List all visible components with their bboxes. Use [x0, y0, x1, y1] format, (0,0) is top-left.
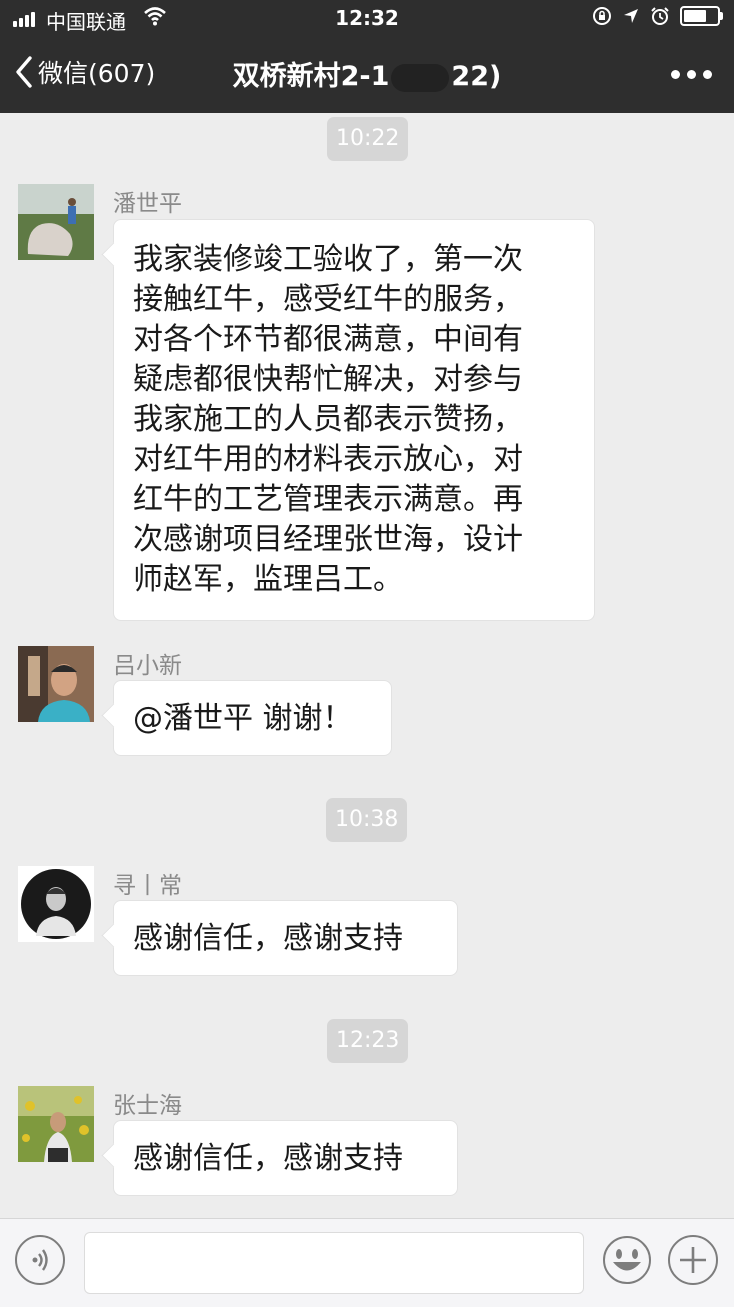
avatar-photo-field-icon[interactable] — [18, 1086, 94, 1162]
plus-icon — [680, 1247, 706, 1273]
dot-icon — [687, 70, 696, 79]
message-line: 我家施工的人员都表示赞扬， — [133, 402, 523, 437]
top-bar: 中国联通 12:32 微信(607) 双桥新村2-1 22) — [0, 0, 734, 113]
chat-title-end: 22) — [451, 61, 502, 92]
message-bubble[interactable]: 我家装修竣工验收了，第一次 接触红牛，感受红牛的服务， 对各个环节都很满意，中间… — [113, 219, 595, 621]
message-bubble[interactable]: @潘世平 谢谢！ — [113, 680, 392, 756]
message-bubble[interactable]: 感谢信任，感谢支持 — [113, 900, 458, 976]
status-right — [592, 6, 723, 26]
timestamp-label: 10:22 — [327, 117, 409, 161]
redaction-mask — [391, 63, 450, 92]
dot-icon — [703, 70, 712, 79]
nav-bar: 微信(607) 双桥新村2-1 22) — [0, 38, 734, 113]
sender-name: 寻丨常 — [113, 873, 182, 899]
more-options-button[interactable] — [671, 70, 712, 79]
status-bar: 中国联通 12:32 — [0, 0, 734, 38]
avatar-photo-man-icon[interactable] — [18, 646, 94, 722]
sender-name: 吕小新 — [113, 653, 182, 679]
battery-icon — [680, 6, 723, 26]
message-line: 红牛的工艺管理表示满意。再 — [133, 482, 523, 517]
timestamp-label: 10:38 — [326, 798, 408, 842]
message-line: 师赵军，监理吕工。 — [133, 562, 403, 597]
emoji-icon — [603, 1236, 651, 1284]
message-input[interactable] — [84, 1232, 584, 1294]
message-line: 次感谢项目经理张世海，设计 — [133, 522, 523, 557]
dot-icon — [671, 70, 680, 79]
message-line: 感谢信任，感谢支持 — [133, 921, 403, 956]
avatar-photo-rock-icon[interactable] — [18, 184, 94, 260]
message-line: 感谢信任，感谢支持 — [133, 1141, 403, 1176]
chat-title: 双桥新村2-1 22) — [0, 54, 734, 93]
input-bar — [0, 1218, 734, 1307]
location-arrow-icon — [624, 9, 638, 23]
chat-title-start: 双桥新村2-1 — [232, 61, 390, 92]
message-line: 疑虑都很快帮忙解决，对参与 — [133, 362, 523, 397]
message-line: 对各个环节都很满意，中间有 — [133, 322, 523, 357]
timestamp-label: 12:23 — [327, 1019, 409, 1063]
sender-name: 潘世平 — [113, 191, 182, 217]
sender-name: 张士海 — [113, 1093, 182, 1119]
more-functions-button[interactable] — [668, 1235, 718, 1285]
alarm-clock-icon — [651, 7, 669, 25]
message-line: 接触红牛，感受红牛的服务， — [133, 282, 523, 317]
message-line: @潘世平 谢谢！ — [133, 701, 353, 736]
voice-icon — [32, 1249, 48, 1271]
message-bubble[interactable]: 感谢信任，感谢支持 — [113, 1120, 458, 1196]
emoji-button[interactable] — [602, 1235, 652, 1285]
message-line: 对红牛用的材料表示放心，对 — [133, 442, 523, 477]
voice-button[interactable] — [15, 1235, 65, 1285]
rotation-lock-icon — [593, 7, 611, 25]
message-line: 我家装修竣工验收了，第一次 — [133, 242, 523, 277]
avatar-photo-circle-icon[interactable] — [18, 866, 94, 942]
